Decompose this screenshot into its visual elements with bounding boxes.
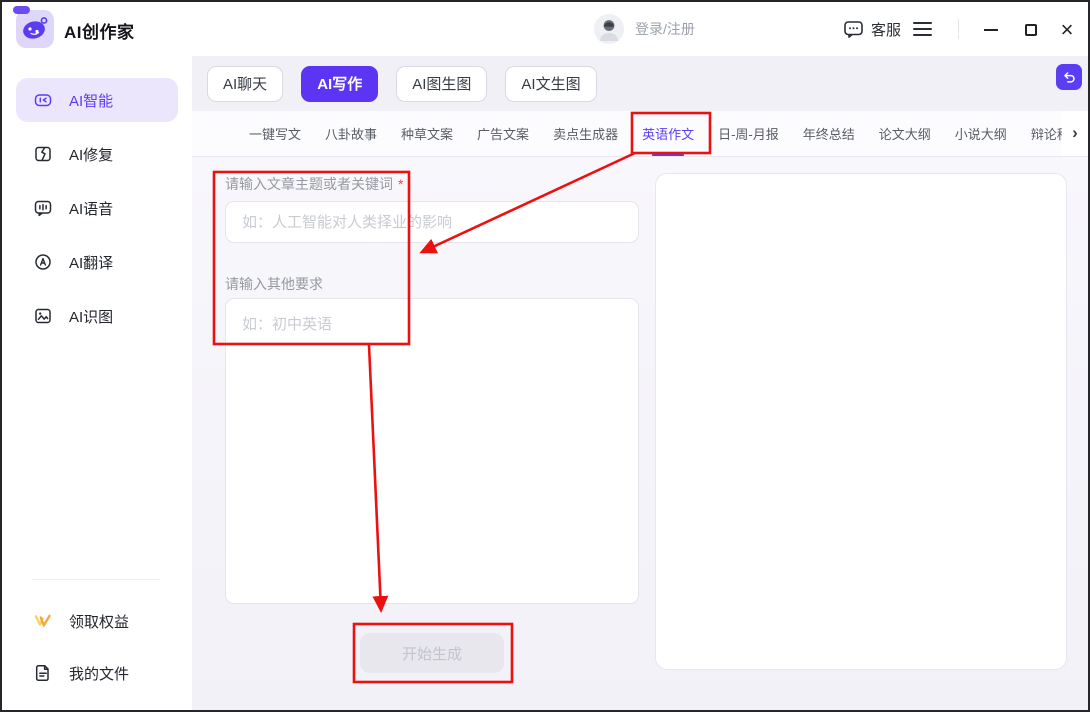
subtab-daily-weekly-monthly-report[interactable]: 日-周-月报	[718, 124, 779, 143]
extra-requirements-label: 请输入其他要求	[225, 274, 323, 294]
tab-ai-text-to-image[interactable]: AI文生图	[505, 66, 596, 102]
sidebar-item-label: 领取权益	[69, 611, 129, 632]
sidebar-item-my-files[interactable]: 我的文件	[16, 651, 178, 695]
subtab-thesis-outline[interactable]: 论文大纲	[879, 124, 931, 143]
required-mark: *	[398, 176, 403, 192]
tab-ai-image-to-image[interactable]: AI图生图	[396, 66, 487, 102]
result-panel	[655, 173, 1067, 670]
sidebar-item-label: AI识图	[69, 306, 113, 327]
titlebar-divider	[958, 19, 959, 39]
sidebar-item-ai-repair[interactable]: AI修复	[16, 132, 178, 176]
app-title: AI创作家	[64, 18, 135, 43]
subtab-ad-copy[interactable]: 广告文案	[477, 124, 529, 143]
sub-tab-bar: 一键写文 八卦故事 种草文案 广告文案 卖点生成器 英语作文 日-周-月报 年终…	[192, 111, 1088, 157]
ai-repair-icon	[33, 144, 53, 164]
ai-image-recognition-icon	[33, 306, 53, 326]
sidebar-divider	[32, 579, 160, 580]
subtab-one-click-writing[interactable]: 一键写文	[249, 124, 301, 143]
ai-smart-icon	[33, 90, 53, 110]
support-button[interactable]: 客服	[843, 2, 901, 56]
titlebar: AI创作家 登录/注册 客服	[2, 2, 1088, 56]
support-label: 客服	[871, 19, 901, 40]
sidebar-item-ai-voice[interactable]: AI语音	[16, 186, 178, 230]
extra-requirements-textarea[interactable]	[225, 298, 639, 604]
logo-badge	[13, 6, 30, 14]
subtab-selling-point-generator[interactable]: 卖点生成器	[553, 124, 618, 143]
sidebar-item-ai-smart[interactable]: AI智能	[16, 78, 178, 122]
subtab-english-essay[interactable]: 英语作文	[642, 124, 694, 143]
sidebar-item-claim-benefits[interactable]: 领取权益	[16, 599, 178, 643]
main-tab-bar: AI聊天 AI写作 AI图生图 AI文生图	[192, 56, 1088, 111]
sidebar-item-label: 我的文件	[69, 663, 129, 684]
generate-button[interactable]: 开始生成	[360, 633, 504, 673]
document-icon	[33, 663, 53, 683]
login-label[interactable]: 登录/注册	[635, 19, 695, 39]
sidebar-item-ai-translate[interactable]: AI翻译	[16, 240, 178, 284]
sidebar-item-label: AI智能	[69, 90, 113, 111]
maximize-button[interactable]	[1016, 15, 1046, 45]
menu-icon[interactable]	[913, 22, 932, 36]
undo-arrow-icon	[1062, 70, 1077, 85]
tab-ai-chat[interactable]: AI聊天	[207, 66, 283, 102]
close-button[interactable]: ×	[1052, 15, 1082, 45]
minimize-button[interactable]	[976, 15, 1006, 45]
sidebar-item-label: AI语音	[69, 198, 113, 219]
chat-bubble-icon	[843, 19, 864, 39]
subtabs-scroll-right-icon[interactable]: ›	[1062, 111, 1088, 155]
app-logo-icon	[16, 10, 54, 48]
app-window: AI创作家 登录/注册 客服	[0, 0, 1090, 712]
subtab-year-end-summary[interactable]: 年终总结	[803, 124, 855, 143]
sidebar: AI智能 AI修复 AI语音	[2, 56, 192, 710]
login-area[interactable]: 登录/注册	[594, 2, 695, 56]
main-area: AI聊天 AI写作 AI图生图 AI文生图 一键写文 八卦故事 种草文案 广告文…	[192, 56, 1088, 710]
subtab-novel-outline[interactable]: 小说大纲	[955, 124, 1007, 143]
subtab-seeding-copy[interactable]: 种草文案	[401, 124, 453, 143]
topic-input[interactable]	[225, 201, 639, 243]
subtab-gossip-story[interactable]: 八卦故事	[325, 124, 377, 143]
sidebar-item-label: AI翻译	[69, 252, 113, 273]
topic-label: 请输入文章主题或者关键词*	[225, 174, 403, 194]
ai-translate-icon	[33, 252, 53, 272]
sidebar-item-ai-image[interactable]: AI识图	[16, 294, 178, 338]
ai-voice-icon	[33, 198, 53, 218]
undo-button[interactable]	[1056, 64, 1082, 90]
benefits-vip-icon	[33, 611, 53, 631]
tab-ai-writing[interactable]: AI写作	[301, 66, 378, 102]
avatar[interactable]	[594, 14, 624, 44]
sidebar-item-label: AI修复	[69, 144, 113, 165]
